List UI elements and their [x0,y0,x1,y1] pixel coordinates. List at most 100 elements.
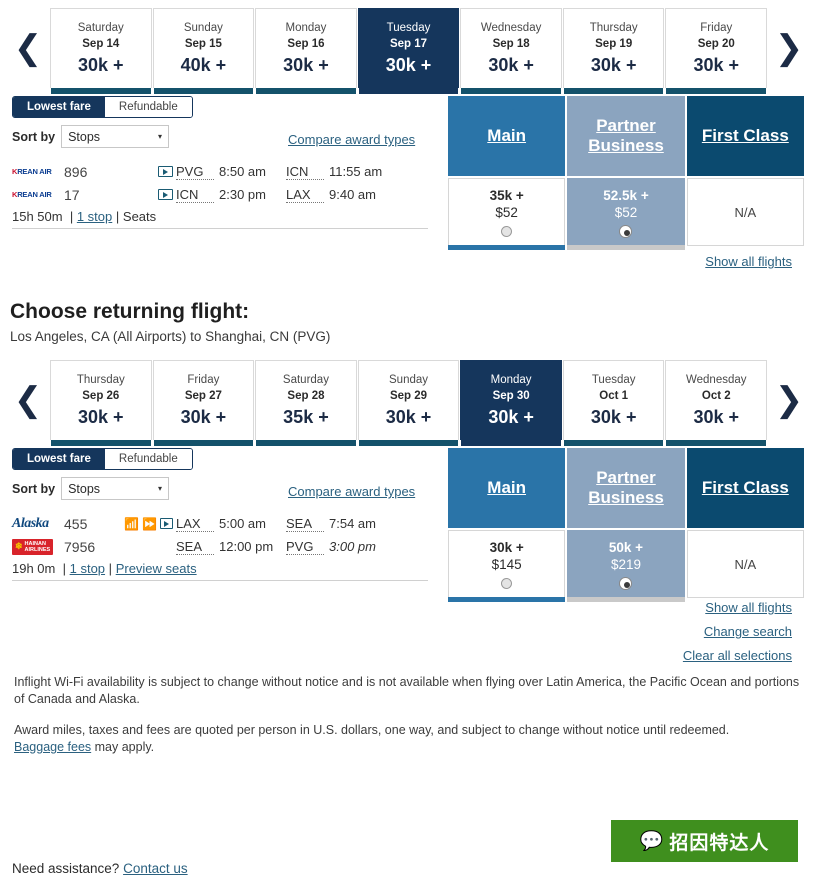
fare-cell-main[interactable]: 30k + $145 [448,530,566,602]
day-underline-bar [153,88,254,94]
depart-time: 12:00 pm [219,539,274,554]
outbound-date-card[interactable]: Saturday Sep 14 30k + [50,8,152,94]
hainan-emblem-icon: ❄ [15,541,23,551]
fare-radio-button[interactable] [501,578,513,589]
day-underline-bar [563,88,664,94]
day-miles: 30k + [693,55,740,75]
fare-radio-button[interactable] [501,226,513,237]
return-prev-day-arrow[interactable]: ❮ [6,383,50,417]
day-of-week: Tuesday [591,374,636,386]
fare-cell-main[interactable]: 35k + $52 [448,178,566,250]
return-fare-type-toggle[interactable]: Lowest fare Refundable [12,448,193,470]
day-underline-bar [256,440,356,446]
arrive-time-next-day: 3:00 pm [329,539,376,554]
fare-cell-underline [448,245,566,250]
hainan-logo-text: HAINAN AIRLINES [24,540,51,553]
return-flight-itinerary: Alaska 455 📶 ⏩ LAX 5:00 am SEA 7:54 am ❄… [12,512,428,581]
fare-radio-button-selected[interactable] [620,578,632,589]
total-duration: 15h 50m [12,209,63,224]
day-of-week: Monday [285,22,327,34]
return-compare-award-types-link[interactable]: Compare award types [288,484,415,499]
day-underline-bar [563,440,664,446]
outbound-fare-column-headers: Main Partner Business First Class [448,96,804,176]
outbound-date-card[interactable]: Monday Sep 16 30k + [255,8,357,94]
day-miles: 30k + [488,55,534,75]
fare-column-header-partner-business[interactable]: Partner Business [567,96,685,176]
return-heading: Choose returning flight: [10,300,250,323]
outbound-date-card[interactable]: Friday Sep 20 30k + [665,8,768,94]
refundable-tab[interactable]: Refundable [104,97,192,117]
return-date-card[interactable]: Saturday Sep 28 35k + [255,360,357,446]
outbound-compare-award-types-link[interactable]: Compare award types [288,132,415,147]
return-results-section: Lowest fare Refundable Sort by Stops ▾ A… [0,448,817,663]
arrive-time: 11:55 am [329,164,383,179]
amenities [124,166,176,177]
fare-column-header-main[interactable]: Main [448,96,566,176]
change-search-link[interactable]: Change search [457,624,817,639]
return-date-card[interactable]: Tuesday Oct 1 30k + [562,360,665,446]
flight-number: 455 [64,515,88,532]
depart-time: 8:50 am [219,164,266,179]
fare-column-label: Main [487,478,527,497]
return-date-card-selected[interactable]: Monday Sep 30 30k + [460,360,562,446]
sort-by-label: Sort by [12,481,56,496]
fare-column-label: Partner Business [588,468,664,507]
day-underline-bar [461,88,561,94]
outbound-next-day-arrow[interactable]: ❯ [767,31,811,65]
stops-link[interactable]: 1 stop [77,209,112,224]
return-date-card[interactable]: Sunday Sep 29 30k + [357,360,460,446]
sort-value: Stops [68,129,101,144]
flight-leg-row[interactable]: Alaska 455 📶 ⏩ LAX 5:00 am SEA 7:54 am [12,512,428,535]
video-icon [158,166,173,177]
outbound-date-carousel: ❮ Saturday Sep 14 30k + Sunday Sep 15 40… [0,0,817,96]
day-miles: 30k + [78,407,124,427]
outbound-date-card-selected[interactable]: Tuesday Sep 17 30k + [357,8,460,94]
outbound-fare-type-toggle[interactable]: Lowest fare Refundable [12,96,193,118]
day-underline-bar [358,88,459,94]
fare-radio-button-selected[interactable] [620,226,632,237]
flight-leg-row[interactable]: ❄ HAINAN AIRLINES 7956 SEA 12:00 pm PVG … [12,535,428,558]
fare-column-header-first-class[interactable]: First Class [686,448,804,528]
flight-leg-row[interactable]: KREAN AIR 17 ICN 2:30 pm LAX 9:40 am [12,183,428,206]
day-of-week: Friday [700,22,733,34]
seats-label: Seats [122,209,157,224]
fare-column-header-first-class[interactable]: First Class [686,96,804,176]
day-underline-bar [666,88,767,94]
need-assistance-label: Need assistance? [12,861,124,876]
day-date: Sep 29 [389,390,428,402]
outbound-show-all-flights-link[interactable]: Show all flights [457,254,817,269]
korean-air-logo: KREAN AIR [12,190,64,199]
flight-leg-row[interactable]: KREAN AIR 896 PVG 8:50 am ICN 11:55 am [12,160,428,183]
contact-us-link[interactable]: Contact us [123,861,188,876]
fare-column-header-main[interactable]: Main [448,448,566,528]
refundable-tab[interactable]: Refundable [104,449,192,469]
outbound-date-card[interactable]: Wednesday Sep 18 30k + [460,8,562,94]
day-date: Sep 15 [184,38,222,50]
day-date: Sep 30 [492,390,530,402]
outbound-prev-day-arrow[interactable]: ❮ [6,31,50,65]
stops-link[interactable]: 1 stop [70,561,105,576]
baggage-fees-link[interactable]: Baggage fees [14,740,91,754]
day-underline-bar [358,440,459,446]
clear-all-selections-link[interactable]: Clear all selections [457,648,817,663]
return-date-card[interactable]: Friday Sep 27 30k + [152,360,255,446]
day-date: Sep 18 [492,38,530,50]
fare-column-header-partner-business[interactable]: Partner Business [567,448,685,528]
return-show-all-flights-link[interactable]: Show all flights [457,600,817,615]
outbound-date-card[interactable]: Thursday Sep 19 30k + [562,8,665,94]
lowest-fare-tab[interactable]: Lowest fare [13,449,105,469]
return-next-day-arrow[interactable]: ❯ [767,383,811,417]
outbound-date-card[interactable]: Sunday Sep 15 40k + [152,8,255,94]
fare-cell-partner-business-selected[interactable]: 50k + $219 [567,530,685,602]
fare-cell-partner-business-selected[interactable]: 52.5k + $52 [567,178,685,250]
return-date-card[interactable]: Thursday Sep 26 30k + [50,360,152,446]
lowest-fare-tab[interactable]: Lowest fare [13,97,105,117]
award-disclaimer: Award miles, taxes and fees are quoted p… [14,723,730,737]
outbound-sort-select[interactable]: Stops ▾ [61,125,170,148]
day-miles: 30k + [78,55,124,75]
return-sort-select[interactable]: Stops ▾ [61,477,170,500]
video-icon [158,189,173,200]
return-date-card[interactable]: Wednesday Oct 2 30k + [665,360,768,446]
fare-column-label: First Class [701,126,789,145]
preview-seats-link[interactable]: Preview seats [116,561,197,576]
